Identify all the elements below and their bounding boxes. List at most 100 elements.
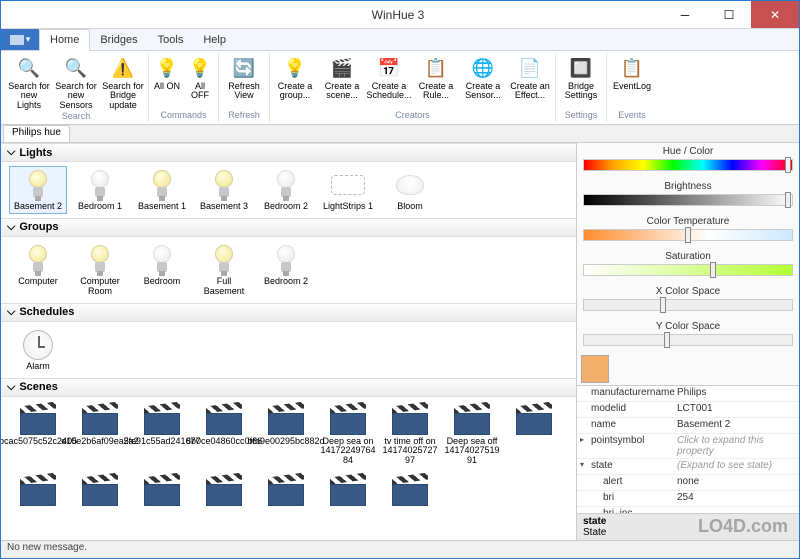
- list-item[interactable]: [257, 472, 315, 510]
- ribbon-button[interactable]: 📋Create a Rule...: [414, 54, 458, 102]
- ribbon-button[interactable]: 💡All OFF: [185, 54, 215, 102]
- menu-tab-home[interactable]: Home: [39, 29, 90, 51]
- list-item[interactable]: Basement 2: [9, 166, 67, 214]
- list-item[interactable]: [9, 472, 67, 510]
- list-item[interactable]: Bedroom 1: [71, 166, 129, 214]
- ribbon-button[interactable]: 📅Create a Schedule...: [367, 54, 411, 102]
- property-row[interactable]: manufacturernamePhilips: [577, 386, 799, 402]
- section-header-groups[interactable]: Groups: [1, 218, 576, 237]
- slider-track[interactable]: [583, 229, 793, 241]
- list-item[interactable]: Full Basement: [195, 241, 253, 299]
- maximize-button[interactable]: [707, 1, 751, 28]
- ribbon-icon: 💡: [154, 55, 180, 81]
- list-item[interactable]: Bloom: [381, 166, 439, 214]
- list-item[interactable]: Bedroom 2: [257, 241, 315, 299]
- list-item[interactable]: Alarm: [9, 326, 67, 374]
- list-item[interactable]: Basement 3: [195, 166, 253, 214]
- slider-label: Y Color Space: [583, 321, 793, 332]
- list-item[interactable]: Basement 1: [133, 166, 191, 214]
- ribbon-icon: 📄: [517, 55, 543, 81]
- slider-track[interactable]: [583, 299, 793, 311]
- property-row[interactable]: modelidLCT001: [577, 402, 799, 418]
- list-item[interactable]: [319, 472, 377, 510]
- property-row[interactable]: pointsymbolClick to expand this property: [577, 434, 799, 459]
- list-item[interactable]: Bedroom 2: [257, 166, 315, 214]
- color-swatch: [581, 355, 609, 383]
- menu-tab-help[interactable]: Help: [193, 29, 236, 50]
- slider-track[interactable]: [583, 159, 793, 171]
- property-value[interactable]: LCT001: [673, 402, 799, 417]
- ribbon-button[interactable]: ⚠️Search for Bridge update: [101, 54, 145, 111]
- list-item[interactable]: [133, 472, 191, 510]
- ribbon-icon: 📋: [619, 55, 645, 81]
- menu-tab-bridges[interactable]: Bridges: [90, 29, 147, 50]
- ribbon-button[interactable]: 🔍Search for new Sensors: [54, 54, 98, 111]
- list-item[interactable]: Deep sea on 14172249764 84: [319, 401, 377, 469]
- menu-tab-tools[interactable]: Tools: [148, 29, 194, 50]
- property-row[interactable]: bri254: [577, 491, 799, 507]
- main-list-pane[interactable]: Lights Basement 2Bedroom 1Basement 1Basem…: [1, 143, 577, 540]
- slider-thumb[interactable]: [664, 332, 670, 348]
- clapperboard-icon: [330, 474, 366, 508]
- list-item-label: Full Basement: [197, 277, 251, 297]
- slider-thumb[interactable]: [710, 262, 716, 278]
- slider-plain: Y Color Space: [577, 318, 799, 353]
- property-row[interactable]: alertnone: [577, 475, 799, 491]
- close-button[interactable]: [751, 1, 799, 28]
- section-header-scenes[interactable]: Scenes: [1, 378, 576, 397]
- ribbon-button[interactable]: 📋EventLog: [610, 54, 654, 92]
- ribbon-button[interactable]: 🎬Create a scene...: [320, 54, 364, 102]
- list-item[interactable]: 2fe91c55ad241677: [133, 401, 191, 469]
- property-value[interactable]: 254: [673, 491, 799, 506]
- property-value[interactable]: Philips: [673, 386, 799, 401]
- list-item[interactable]: [195, 472, 253, 510]
- property-key: alert: [577, 475, 673, 490]
- ribbon-button[interactable]: 🌐Create a Sensor...: [461, 54, 505, 102]
- ribbon-icon: 🔍: [63, 55, 89, 81]
- ribbon-button[interactable]: 💡All ON: [152, 54, 182, 102]
- section-header-lights[interactable]: Lights: [1, 143, 576, 162]
- lightstrip-icon: [330, 168, 366, 202]
- slider-thumb[interactable]: [785, 192, 791, 208]
- slider-thumb[interactable]: [660, 297, 666, 313]
- ribbon-button[interactable]: 📄Create an Effect...: [508, 54, 552, 102]
- property-grid[interactable]: manufacturernamePhilipsmodelidLCT001name…: [577, 385, 799, 513]
- slider-track[interactable]: [583, 194, 793, 206]
- list-item[interactable]: tv time off on 14174025727 97: [381, 401, 439, 469]
- app-menu-button[interactable]: [1, 29, 39, 50]
- list-item[interactable]: [381, 472, 439, 510]
- ribbon-button[interactable]: 💡Create a group...: [273, 54, 317, 102]
- ribbon-button-label: EventLog: [613, 82, 651, 91]
- property-row[interactable]: nameBasement 2: [577, 418, 799, 434]
- property-value[interactable]: (Expand to see state): [673, 459, 799, 474]
- property-value[interactable]: Click to expand this property: [673, 434, 799, 458]
- property-value[interactable]: Basement 2: [673, 418, 799, 433]
- list-item[interactable]: Computer: [9, 241, 67, 299]
- slider-label: Color Temperature: [583, 216, 793, 227]
- ribbon-button[interactable]: 🔲Bridge Settings: [559, 54, 603, 102]
- list-item[interactable]: Bedroom: [133, 241, 191, 299]
- list-item[interactable]: LightStrips 1: [319, 166, 377, 214]
- slider-track[interactable]: [583, 334, 793, 346]
- list-item[interactable]: Deep sea off 14174027519 91: [443, 401, 501, 469]
- slider-track[interactable]: [583, 264, 793, 276]
- slider-thumb[interactable]: [685, 227, 691, 243]
- ribbon-button[interactable]: 🔄Refresh View: [222, 54, 266, 102]
- ribbon-button[interactable]: 🔍Search for new Lights: [7, 54, 51, 111]
- list-item[interactable]: bcac5075c52c2405: [9, 401, 67, 469]
- list-item[interactable]: [505, 401, 563, 469]
- list-item[interactable]: 8b0ce04860cc0f66: [195, 401, 253, 469]
- property-value[interactable]: none: [673, 475, 799, 490]
- ribbon-icon: 📋: [423, 55, 449, 81]
- list-item[interactable]: bfb9e00295bc882d: [257, 401, 315, 469]
- section-header-schedules[interactable]: Schedules: [1, 303, 576, 322]
- list-item[interactable]: Computer Room: [71, 241, 129, 299]
- minimize-button[interactable]: [663, 1, 707, 28]
- slider-thumb[interactable]: [785, 157, 791, 173]
- list-item[interactable]: e10e2b6af09ea5a2: [71, 401, 129, 469]
- list-item[interactable]: [71, 472, 129, 510]
- bridge-tab[interactable]: Philips hue: [3, 125, 70, 142]
- slider-label: X Color Space: [583, 286, 793, 297]
- property-row[interactable]: state(Expand to see state): [577, 459, 799, 475]
- list-item-label: Computer Room: [73, 277, 127, 297]
